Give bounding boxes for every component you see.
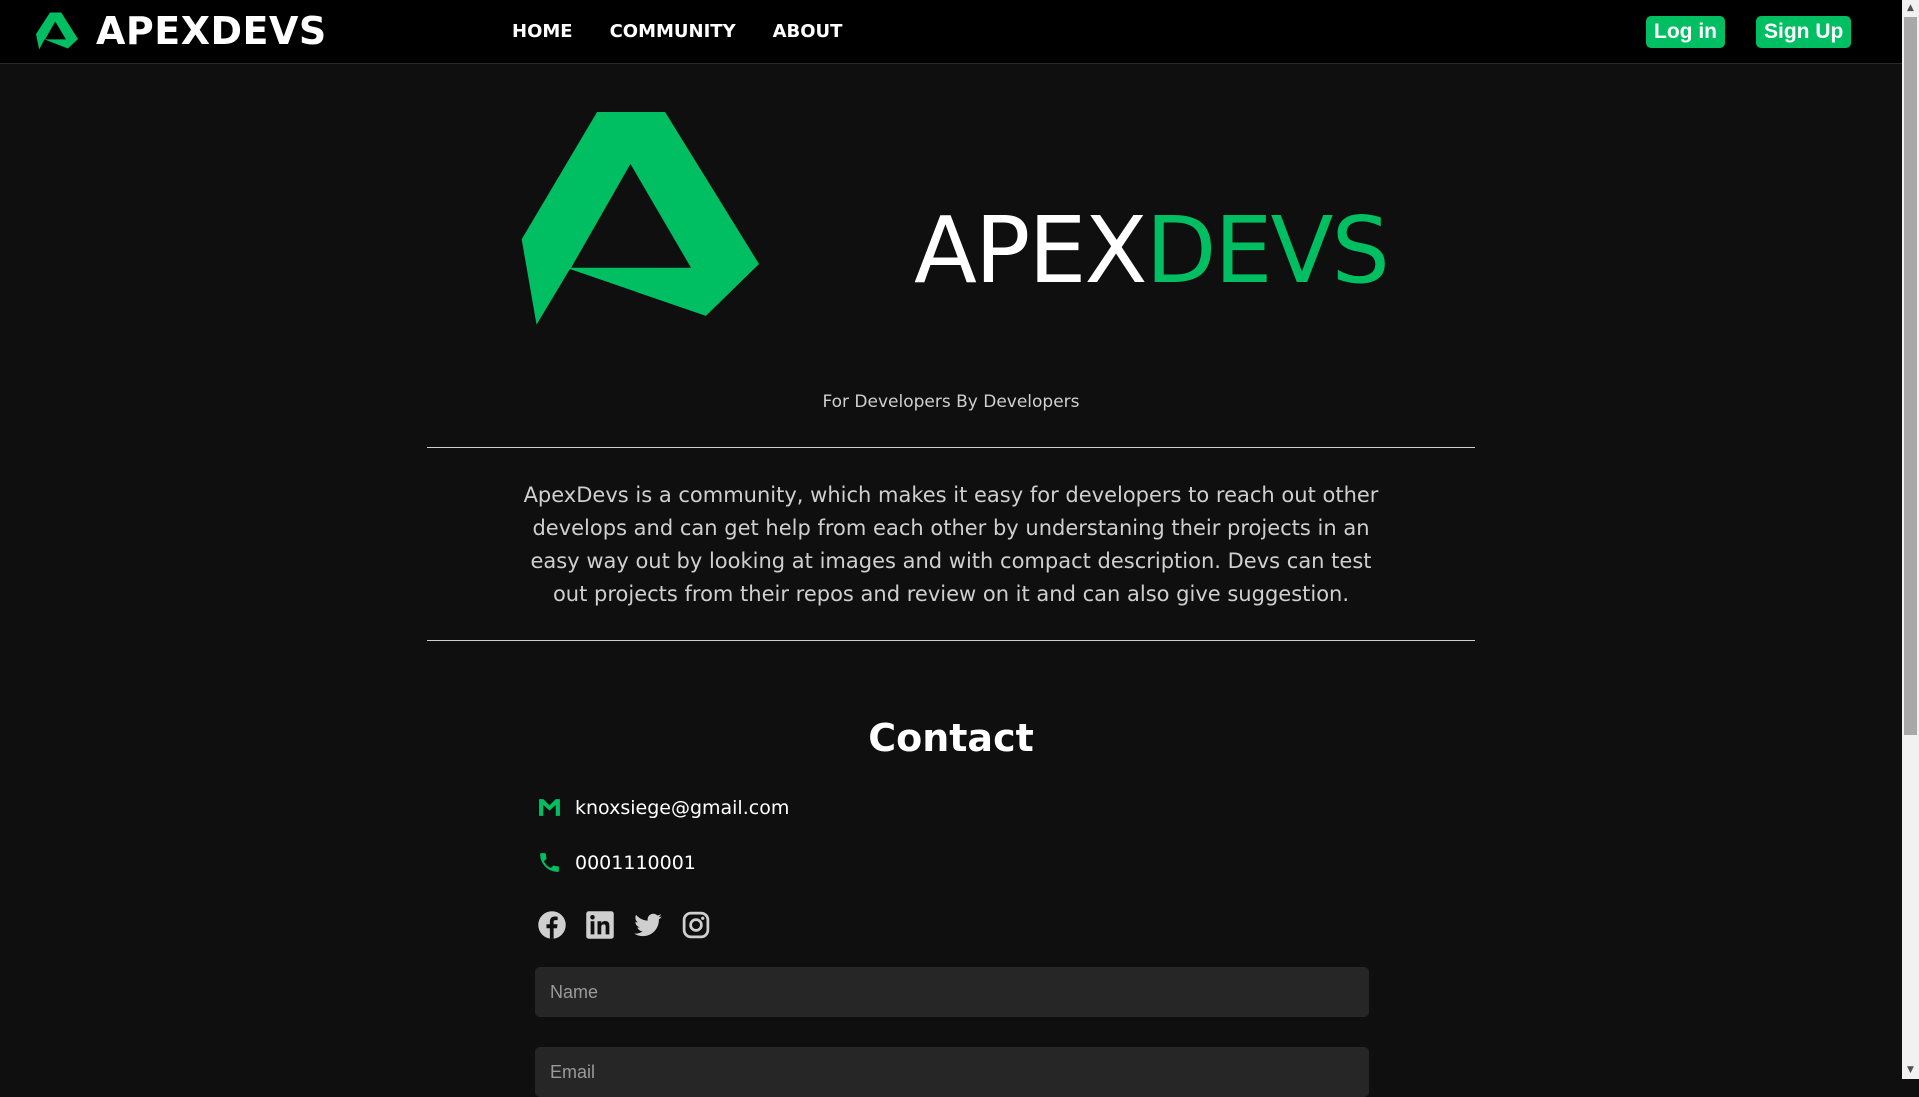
twitter-icon[interactable] (633, 910, 663, 940)
brand[interactable]: APEXDEVS (36, 11, 327, 51)
brand-name: APEXDEVS (96, 9, 327, 53)
nav-links: HOME COMMUNITY ABOUT (512, 21, 879, 43)
contact-title: Contact (868, 716, 1034, 760)
facebook-icon[interactable] (537, 910, 567, 940)
name-input[interactable] (535, 967, 1369, 1017)
apexdevs-hero-logo-icon (521, 112, 759, 325)
gmail-icon (539, 799, 560, 816)
instagram-icon[interactable] (681, 910, 711, 940)
social-links (537, 910, 729, 940)
scroll-down-icon[interactable]: ▼ (1902, 1062, 1919, 1079)
scroll-up-icon[interactable]: ▲ (1902, 0, 1919, 17)
nav-community[interactable]: COMMUNITY (610, 21, 736, 43)
contact-phone-row: 0001110001 (537, 850, 696, 875)
about-text: ApexDevs is a community, which makes it … (523, 483, 1379, 606)
nav-about[interactable]: ABOUT (773, 21, 843, 43)
hero-title-apex: APEX (914, 197, 1148, 304)
tagline: For Developers By Developers (822, 392, 1080, 412)
contact-email[interactable]: knoxsiege@gmail.com (575, 797, 789, 819)
email-input[interactable] (535, 1047, 1369, 1097)
navbar: APEXDEVS HOME COMMUNITY ABOUT Log in Sig… (0, 0, 1902, 64)
divider-bottom (427, 640, 1475, 641)
hero-title-devs: DEVS (1145, 197, 1390, 304)
page-scrollbar[interactable]: ▲ ▼ (1902, 0, 1919, 1079)
login-button[interactable]: Log in (1646, 16, 1725, 48)
contact-email-row: knoxsiege@gmail.com (537, 795, 789, 820)
nav-home[interactable]: HOME (512, 21, 573, 43)
auth-buttons: Log in Sign Up (1646, 16, 1852, 48)
signup-button[interactable]: Sign Up (1755, 16, 1852, 48)
divider-top (427, 447, 1475, 448)
scroll-thumb[interactable] (1904, 17, 1917, 735)
hero-title: APEXDEVS (914, 196, 1390, 306)
linkedin-icon[interactable] (585, 910, 615, 940)
apexdevs-logo-icon (36, 12, 78, 50)
phone-icon (540, 853, 559, 872)
contact-phone[interactable]: 0001110001 (575, 852, 696, 874)
